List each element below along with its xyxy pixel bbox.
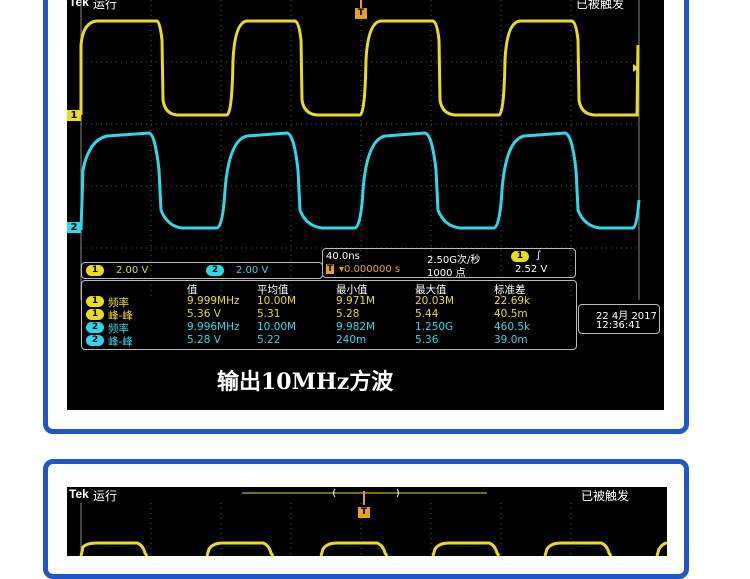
row-min: 9.971M: [336, 295, 376, 307]
trigger-level-value: 2.52 V: [515, 264, 548, 275]
row-std: 40.5m: [494, 308, 528, 320]
row-min: 5.28: [336, 308, 360, 320]
row-value: 5.36 V: [187, 308, 221, 320]
row-mean: 10.00M: [257, 295, 297, 307]
ch2-waveform: [79, 131, 641, 231]
record-length-value: 1000 点: [427, 268, 466, 279]
trigger-position-marker: T: [358, 491, 370, 518]
ch1-badge: 1: [86, 265, 104, 276]
row-name: 峰-峰: [108, 336, 133, 348]
row-value: 9.999MHz: [187, 295, 240, 307]
row-channel-badge: 2: [86, 322, 104, 333]
row-max: 5.36: [415, 334, 439, 346]
row-mean: 10.00M: [257, 321, 297, 333]
row-mean: 5.22: [257, 334, 281, 346]
ch1-waveform: [79, 19, 640, 117]
row-min: 9.982M: [336, 321, 376, 333]
row-std: 39.0m: [494, 334, 528, 346]
trigger-position-marker: T: [355, 0, 367, 19]
ch2-scale-value: 2.00 V: [236, 265, 269, 276]
timebase-value: 40.0ns: [326, 251, 360, 262]
row-mean: 5.31: [257, 308, 281, 320]
trigger-source-badge: 1: [511, 251, 529, 262]
time-value: 12:36:41: [596, 320, 641, 331]
row-max: 20.03M: [415, 295, 455, 307]
row-channel-badge: 2: [86, 335, 104, 346]
channel-scale-panel: 1 2.00 V 2 2.00 V: [81, 262, 323, 279]
datetime-panel: 22 4月 2017 12:36:41: [578, 304, 660, 334]
trigger-position-value: ▾0.000000 s: [339, 264, 401, 275]
row-std: 22.69k: [494, 295, 531, 307]
row-channel-badge: 1: [86, 309, 104, 320]
ch1-waveform: [79, 541, 667, 556]
ch1-ground-marker: 1: [67, 110, 81, 121]
oscilloscope-screen-2: Tek 运行 已被触发 T: [67, 487, 667, 556]
ch2-badge: 2: [206, 265, 224, 276]
measurement-table: 值 平均值 最小值 最大值 标准差 1 频率 9.999MHz 10.00M 9…: [81, 280, 577, 350]
row-channel-badge: 1: [86, 296, 104, 307]
trigger-slope-icon: ∫: [536, 250, 542, 261]
row-std: 460.5k: [494, 321, 531, 333]
row-max: 5.44: [415, 308, 439, 320]
row-value: 5.28 V: [187, 334, 221, 346]
timebase-panel: 40.0ns 2.50G次/秒 1 ∫ T ▾0.000000 s 1000 点…: [322, 248, 576, 279]
ch2-ground-marker: 2: [67, 222, 81, 233]
ch1-scale-value: 2.00 V: [116, 265, 149, 276]
caption-text: 输出10MHz方波: [217, 369, 394, 395]
caption-bar: 输出10MHz方波: [67, 350, 664, 410]
oscilloscope-screen-1: Tek 运行 已被触发 T 1 2 1 2.00 V 2 2.00 V 40.0…: [67, 0, 664, 350]
trigger-time-marker-icon: T: [326, 264, 335, 274]
row-min: 240m: [336, 334, 367, 346]
row-max: 1.250G: [415, 321, 454, 333]
row-value: 9.996MHz: [187, 321, 240, 333]
